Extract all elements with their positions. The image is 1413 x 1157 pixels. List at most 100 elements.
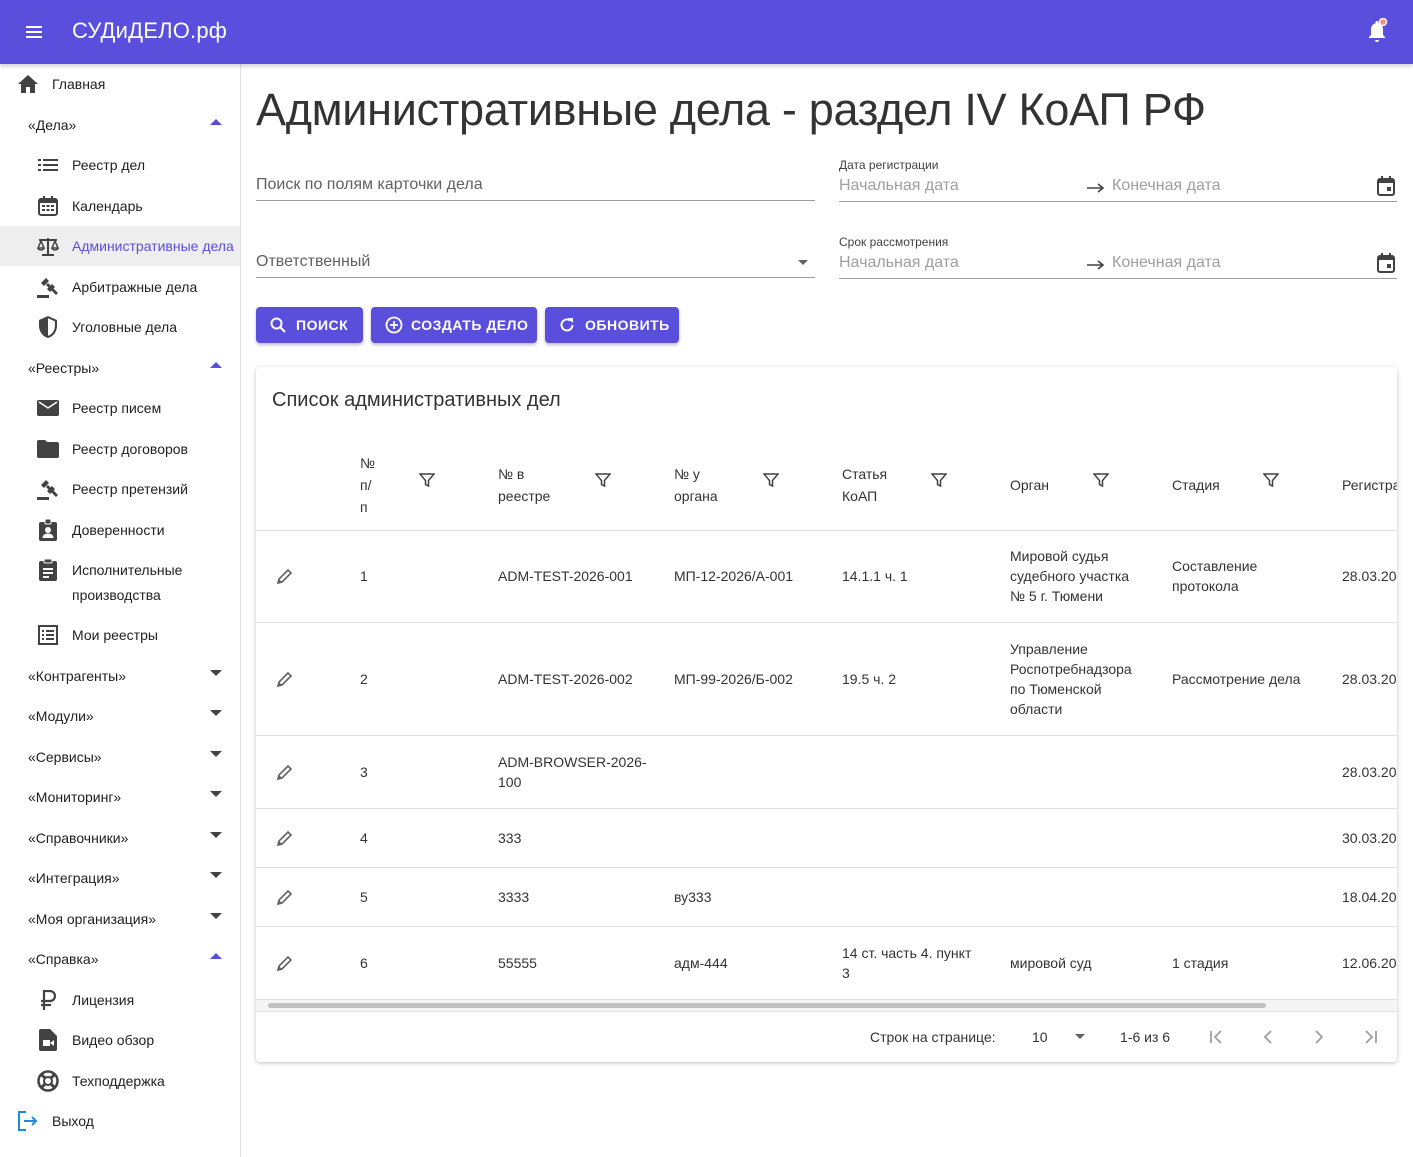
column-header-organ-number[interactable]: № у органа: [674, 439, 718, 531]
sidebar-item-label: Доверенности: [72, 522, 165, 538]
caret-down-icon: [210, 710, 222, 716]
sidebar-group-cases[interactable]: «Дела»: [0, 105, 240, 145]
cell-organ-number: ву333: [674, 889, 712, 905]
sidebar-item-letters[interactable]: Реестр писем: [0, 388, 240, 428]
calendar-icon[interactable]: [1377, 176, 1395, 196]
sidebar-item-label: Реестр дел: [72, 157, 146, 173]
menu-icon[interactable]: [24, 22, 48, 42]
cell-organ: Роспотребнадзора: [1010, 661, 1132, 677]
sidebar-item-claims[interactable]: Реестр претензий: [0, 469, 240, 509]
sidebar-item-administrative-cases[interactable]: Административные дела: [0, 226, 240, 266]
column-header-organ[interactable]: Орган: [1010, 439, 1049, 531]
sidebar-group-label: «Модули»: [28, 708, 94, 724]
sidebar-group-registries[interactable]: «Реестры»: [0, 348, 240, 388]
registration-date-range[interactable]: Дата регистрации Начальная дата Конечная…: [839, 156, 1397, 202]
sidebar-item-contracts[interactable]: Реестр договоров: [0, 429, 240, 469]
logout-icon: [16, 1109, 40, 1133]
sidebar-item-enforcement[interactable]: Исполнительные производства: [0, 550, 240, 608]
sidebar-group-my-organization[interactable]: «Моя организация»: [0, 899, 240, 939]
column-header-registry-number[interactable]: № в реестре: [498, 439, 550, 531]
sidebar-item-video-overview[interactable]: Видео обзор: [0, 1020, 240, 1060]
cell-stage: протокола: [1172, 578, 1239, 594]
sidebar-item-logout[interactable]: Выход: [0, 1101, 240, 1141]
create-case-button[interactable]: СОЗДАТЬ ДЕЛО: [371, 307, 537, 343]
sidebar-group-integration[interactable]: «Интеграция»: [0, 858, 240, 898]
sidebar-item-criminal-cases[interactable]: Уголовные дела: [0, 307, 240, 347]
cell-article: 19.5 ч. 2: [842, 671, 896, 687]
ruble-icon: [36, 988, 60, 1012]
filter-icon[interactable]: [763, 472, 779, 488]
registration-start-date[interactable]: Начальная дата: [839, 177, 959, 195]
filter-icon[interactable]: [931, 472, 947, 488]
filter-icon[interactable]: [595, 472, 611, 488]
review-end-date[interactable]: Конечная дата: [1112, 254, 1221, 272]
calendar-icon[interactable]: [1377, 253, 1395, 273]
edit-icon[interactable]: [276, 567, 294, 585]
next-page-icon[interactable]: [1309, 1027, 1329, 1047]
filter-icon[interactable]: [419, 472, 435, 488]
cell-number: 1: [360, 568, 368, 584]
edit-icon[interactable]: [276, 829, 294, 847]
sidebar-group-label: «Справка»: [28, 951, 99, 967]
app-title[interactable]: СУДиДЕЛО.рф: [72, 18, 227, 44]
responsible-select[interactable]: Ответственный: [256, 249, 815, 278]
horizontal-scrollbar[interactable]: [256, 999, 1397, 1011]
edit-icon[interactable]: [276, 954, 294, 972]
rows-per-page-value: 10: [1032, 1029, 1048, 1045]
app-bar: СУДиДЕЛО.рф: [0, 0, 1413, 64]
sidebar-group-directories[interactable]: «Справочники»: [0, 818, 240, 858]
sidebar-item-powers-of-attorney[interactable]: Доверенности: [0, 510, 240, 550]
home-icon: [16, 72, 40, 96]
search-button-label: ПОИСК: [296, 317, 349, 333]
sidebar-group-help[interactable]: «Справка»: [0, 939, 240, 979]
bell-icon[interactable]: [1365, 17, 1389, 44]
column-header-article[interactable]: Статья КоАП: [842, 439, 887, 531]
sidebar-group-modules[interactable]: «Модули»: [0, 696, 240, 736]
badge-icon: [36, 518, 60, 542]
column-header-number[interactable]: № п/ п: [360, 439, 375, 531]
column-header-registration[interactable]: Регистра: [1342, 439, 1397, 531]
cell-organ: по Тюменской: [1010, 681, 1102, 697]
review-date-range[interactable]: Срок рассмотрения Начальная дата Конечна…: [839, 233, 1397, 279]
sidebar-group-services[interactable]: «Сервисы»: [0, 737, 240, 777]
last-page-icon[interactable]: [1361, 1027, 1381, 1047]
sidebar-group-monitoring[interactable]: «Мониторинг»: [0, 777, 240, 817]
header-text: органа: [674, 488, 718, 504]
sidebar-item-label: Видео обзор: [72, 1032, 155, 1048]
cell-registry-number: ADM-BROWSER-2026-: [498, 754, 647, 770]
sidebar-item-my-registries[interactable]: Мои реестры: [0, 615, 240, 655]
sidebar-item-calendar[interactable]: Календарь: [0, 186, 240, 226]
first-page-icon[interactable]: [1206, 1027, 1226, 1047]
registration-date-label: Дата регистрации: [839, 158, 939, 172]
sidebar-item-arbitration-cases[interactable]: Арбитражные дела: [0, 267, 240, 307]
sidebar-item-label: Арбитражные дела: [72, 279, 198, 295]
review-start-date[interactable]: Начальная дата: [839, 254, 959, 272]
sidebar-group-counterparties[interactable]: «Контрагенты»: [0, 656, 240, 696]
cell-number: 4: [360, 830, 368, 846]
refresh-button[interactable]: ОБНОВИТЬ: [545, 307, 679, 343]
sidebar-group-label: «Справочники»: [28, 830, 129, 846]
scrollbar-thumb[interactable]: [268, 1003, 1266, 1008]
cell-registration-date: 28.03.20: [1342, 764, 1397, 780]
previous-page-icon[interactable]: [1258, 1027, 1278, 1047]
edit-icon[interactable]: [276, 763, 294, 781]
edit-icon[interactable]: [276, 888, 294, 906]
refresh-icon: [559, 316, 577, 334]
column-header-stage[interactable]: Стадия: [1172, 439, 1220, 531]
rows-per-page-select[interactable]: 10: [1032, 1012, 1090, 1062]
search-button[interactable]: ПОИСК: [256, 307, 363, 343]
sidebar-item-home[interactable]: Главная: [0, 64, 240, 104]
refresh-button-label: ОБНОВИТЬ: [585, 317, 670, 333]
filter-icon[interactable]: [1263, 472, 1279, 488]
cell-organ: Мировой судья: [1010, 548, 1109, 564]
sidebar-item-case-registry[interactable]: Реестр дел: [0, 145, 240, 185]
sidebar-item-license[interactable]: Лицензия: [0, 980, 240, 1020]
sidebar-item-support[interactable]: Техподдержка: [0, 1061, 240, 1101]
cell-article: 14.1.1 ч. 1: [842, 568, 908, 584]
search-input[interactable]: Поиск по полям карточки дела: [256, 172, 815, 201]
cell-organ: № 5 г. Тюмени: [1010, 588, 1104, 604]
registration-end-date[interactable]: Конечная дата: [1112, 177, 1221, 195]
row-divider: [256, 867, 1397, 868]
filter-icon[interactable]: [1093, 472, 1109, 488]
edit-icon[interactable]: [276, 670, 294, 688]
